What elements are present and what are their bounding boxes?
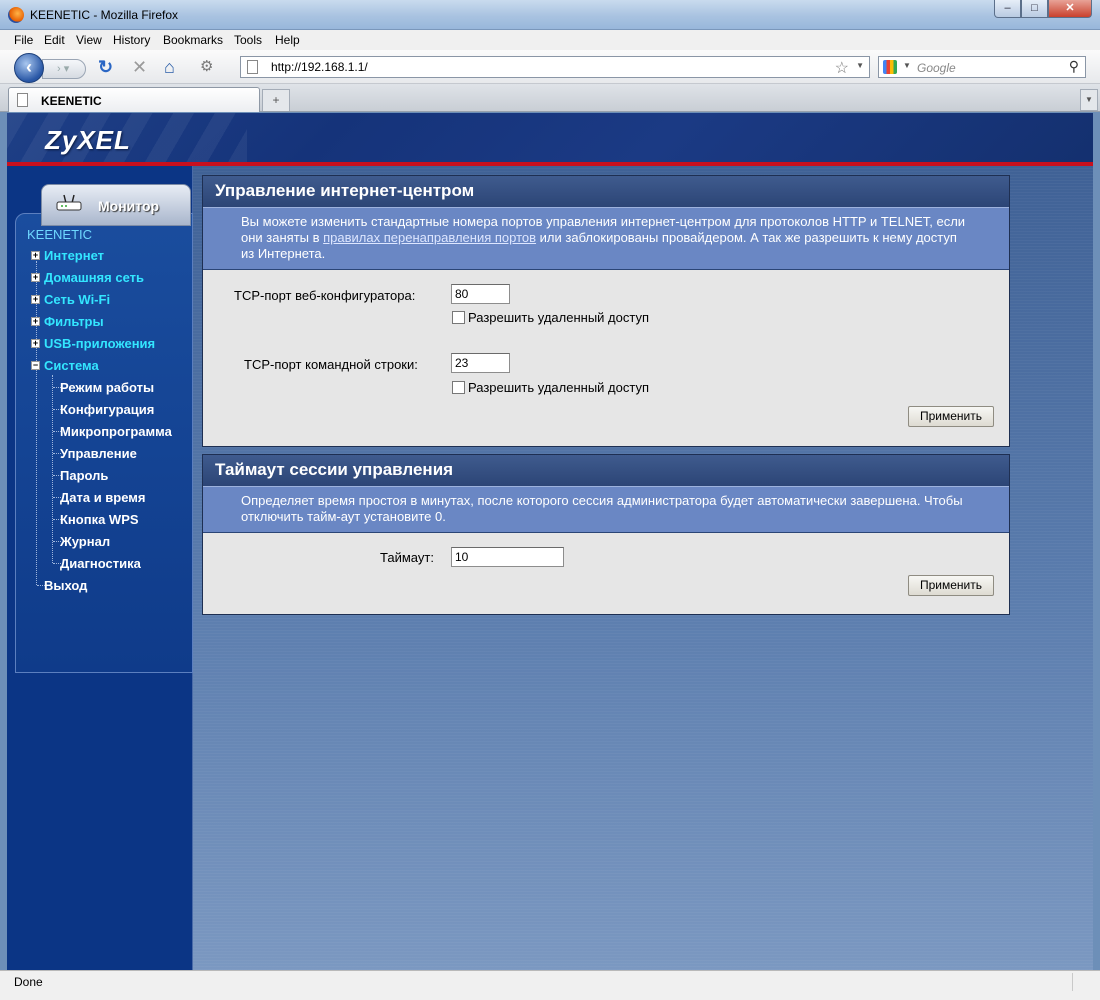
menu-help[interactable]: Help: [275, 33, 300, 47]
sidebar-item-filters[interactable]: Фильтры: [44, 314, 104, 329]
panel-title: Таймаут сессии управления: [203, 455, 1009, 486]
page-viewport: ZyXEL Монитор KEENETIC + Интернет + Дома…: [7, 113, 1093, 970]
timeout-label: Таймаут:: [380, 550, 434, 565]
sidebar-subitem-firmware[interactable]: Микропрограмма: [60, 424, 172, 439]
menu-bookmarks[interactable]: Bookmarks: [163, 33, 223, 47]
panel-session-timeout: Таймаут сессии управления Определяет вре…: [202, 454, 1010, 615]
sidebar-subitem-log[interactable]: Журнал: [60, 534, 110, 549]
url-text[interactable]: http://192.168.1.1/: [271, 60, 368, 74]
close-button[interactable]: ✕: [1048, 0, 1092, 18]
search-bar[interactable]: ▼ Google ⚲: [878, 56, 1086, 78]
timeout-input[interactable]: [451, 547, 564, 567]
sidebar-item-internet[interactable]: Интернет: [44, 248, 104, 263]
cli-port-input[interactable]: [451, 353, 510, 373]
page-header: ZyXEL: [7, 113, 1093, 165]
google-icon[interactable]: [883, 60, 897, 74]
sidebar-item-usb-apps[interactable]: USB-приложения: [44, 336, 155, 351]
maximize-button[interactable]: □: [1021, 0, 1048, 18]
sidebar-item-exit[interactable]: Выход: [44, 578, 87, 593]
panel-title: Управление интернет-центром: [203, 176, 1009, 207]
navigation-toolbar: › ▾ ‹ ↻ ✕ ⌂ ⚙ http://192.168.1.1/ ☆ ▼ ▼ …: [0, 50, 1100, 84]
menu-history[interactable]: History: [113, 33, 150, 47]
list-all-tabs-icon[interactable]: ▼: [1080, 89, 1098, 111]
forward-icon: ›: [57, 63, 61, 75]
menu-view[interactable]: View: [76, 33, 102, 47]
apply-button[interactable]: Применить: [908, 575, 994, 596]
expand-icon[interactable]: +: [31, 317, 40, 326]
tab-label: KEENETIC: [41, 94, 102, 108]
sidebar-subitem-diagnostics[interactable]: Диагностика: [60, 556, 141, 571]
page-icon: [247, 60, 258, 74]
menu-tools[interactable]: Tools: [234, 33, 262, 47]
panel-description: Вы можете изменить стандартные номера по…: [203, 207, 1009, 270]
sidebar-item-home-network[interactable]: Домашняя сеть: [44, 270, 144, 285]
search-icon[interactable]: ⚲: [1069, 58, 1079, 75]
page-icon: [17, 93, 28, 107]
home-icon[interactable]: ⌂: [164, 57, 175, 77]
cli-remote-access-label: Разрешить удаленный доступ: [468, 380, 650, 395]
sidebar-subitem-management[interactable]: Управление: [60, 446, 137, 461]
sidebar-item-wifi[interactable]: Сеть Wi-Fi: [44, 292, 110, 307]
new-tab-button[interactable]: +: [262, 89, 290, 111]
web-remote-access-label: Разрешить удаленный доступ: [468, 310, 650, 325]
zyxel-logo: ZyXEL: [45, 125, 131, 155]
sidebar-item-system[interactable]: Система: [44, 358, 99, 373]
sidebar-subitem-wps[interactable]: Кнопка WPS: [60, 512, 139, 527]
sidebar-root-keenetic[interactable]: KEENETIC: [27, 227, 92, 242]
back-button[interactable]: ‹: [14, 53, 44, 83]
cli-port-label: TCP-порт командной строки:: [244, 357, 418, 372]
panel-management: Управление интернет-центром Вы можете из…: [202, 175, 1010, 447]
firefox-icon: [8, 7, 24, 23]
minimize-button[interactable]: –: [994, 0, 1021, 18]
tab-bar: KEENETIC + ▼: [0, 84, 1100, 112]
window-title: KEENETIC - Mozilla Firefox: [30, 8, 179, 22]
monitor-tab[interactable]: Монитор: [41, 184, 191, 226]
sidebar-subitem-mode[interactable]: Режим работы: [60, 380, 154, 395]
monitor-label: Монитор: [98, 198, 160, 214]
web-port-label: TCP-порт веб-конфигуратора:: [234, 288, 416, 303]
menu-file[interactable]: File: [14, 33, 33, 47]
window-controls: – □ ✕: [994, 0, 1092, 18]
menubar: File Edit View History Bookmarks Tools H…: [0, 30, 1100, 50]
status-text: Done: [14, 975, 43, 989]
expand-icon[interactable]: +: [31, 273, 40, 282]
tree-line: [52, 375, 53, 563]
resize-grip-icon[interactable]: [1072, 973, 1090, 991]
cli-remote-access-checkbox[interactable]: [452, 381, 465, 394]
web-port-input[interactable]: [451, 284, 510, 304]
panel-description: Определяет время простоя в минутах, посл…: [203, 486, 1009, 533]
search-placeholder[interactable]: Google: [917, 61, 956, 75]
menu-edit[interactable]: Edit: [44, 33, 65, 47]
reload-icon[interactable]: ↻: [98, 57, 113, 77]
forward-button[interactable]: › ▾: [42, 59, 86, 79]
back-arrow-icon: ‹: [26, 57, 32, 77]
search-engine-dropdown-icon[interactable]: ▼: [903, 61, 911, 70]
stop-icon[interactable]: ✕: [132, 57, 147, 77]
bookmark-star-icon[interactable]: ☆: [835, 58, 849, 78]
url-bar[interactable]: http://192.168.1.1/ ☆ ▼: [240, 56, 870, 78]
expand-icon[interactable]: +: [31, 251, 40, 260]
collapse-icon[interactable]: −: [31, 361, 40, 370]
window-titlebar: KEENETIC - Mozilla Firefox – □ ✕: [0, 0, 1100, 30]
apply-button[interactable]: Применить: [908, 406, 994, 427]
sidebar-subitem-configuration[interactable]: Конфигурация: [60, 402, 154, 417]
tree-line: [36, 261, 37, 585]
url-dropdown-icon[interactable]: ▼: [856, 61, 864, 70]
expand-icon[interactable]: +: [31, 339, 40, 348]
expand-icon[interactable]: +: [31, 295, 40, 304]
web-remote-access-checkbox[interactable]: [452, 311, 465, 324]
tab-keenetic[interactable]: KEENETIC: [8, 87, 260, 112]
port-forwarding-link[interactable]: правилах перенаправления портов: [323, 230, 536, 245]
addons-icon[interactable]: ⚙: [200, 57, 213, 77]
sidebar-subitem-password[interactable]: Пароль: [60, 468, 108, 483]
status-bar: Done: [0, 970, 1100, 1000]
router-icon: [56, 194, 82, 211]
sidebar-subitem-datetime[interactable]: Дата и время: [60, 490, 146, 505]
